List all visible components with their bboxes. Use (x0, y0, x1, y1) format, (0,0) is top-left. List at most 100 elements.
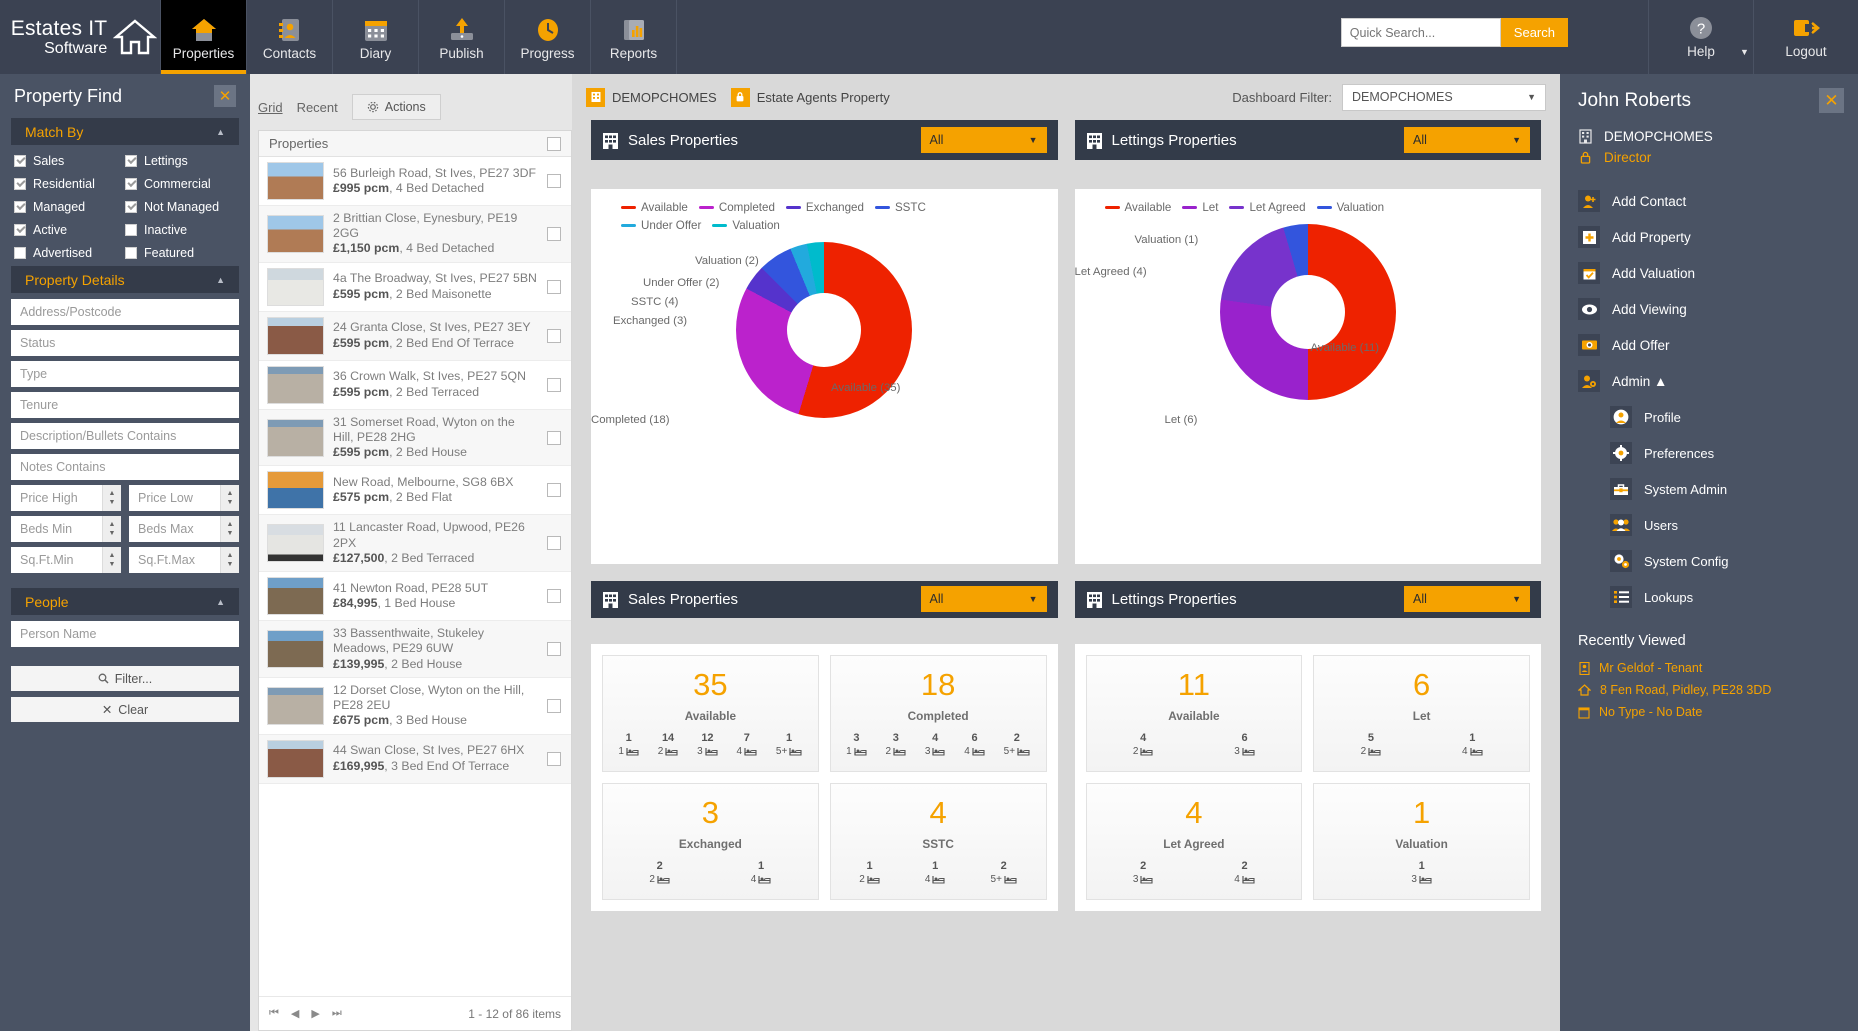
legend-item[interactable]: Exchanged (786, 201, 864, 214)
checkbox-box[interactable] (125, 155, 137, 167)
legend-item[interactable]: Let Agreed (1229, 201, 1305, 214)
caret-up-icon[interactable]: ▲ (227, 522, 234, 528)
stepper-buttons[interactable]: ▲▼ (102, 516, 121, 542)
legend-item[interactable]: Let (1182, 201, 1218, 214)
notes-contains-input[interactable] (11, 454, 239, 480)
search-button[interactable]: Search (1501, 18, 1568, 47)
row-checkbox[interactable] (547, 174, 561, 188)
legend-item[interactable]: SSTC (875, 201, 926, 214)
caret-up-icon[interactable]: ▲ (227, 553, 234, 559)
row-checkbox[interactable] (547, 431, 561, 445)
stat-tile[interactable]: 4SSTC121425+ (830, 783, 1047, 900)
chevron-down-icon[interactable]: ▼ (1512, 594, 1521, 604)
nav-item-reports[interactable]: Reports (591, 0, 676, 74)
clear-button[interactable]: ✕ Clear (11, 697, 239, 722)
help-menu[interactable]: ? ▼ Help (1649, 0, 1753, 74)
table-row[interactable]: 31 Somerset Road, Wyton on the Hill, PE2… (259, 410, 571, 467)
price-low-stepper[interactable]: ▲▼ (129, 485, 239, 511)
row-checkbox[interactable] (547, 589, 561, 603)
checkbox-box[interactable] (125, 201, 137, 213)
checkbox-residential[interactable]: Residential (14, 177, 125, 191)
section-header-people[interactable]: People ▲ (11, 588, 239, 615)
chevron-down-icon[interactable]: ▼ (1527, 92, 1536, 102)
admin-submenu-users[interactable]: Users (1560, 507, 1858, 543)
next-page-button[interactable]: ▶ (311, 1007, 319, 1020)
stepper-buttons[interactable]: ▲▼ (220, 516, 239, 542)
caret-up-icon[interactable]: ▲ (227, 491, 234, 497)
nav-item-progress[interactable]: Progress (505, 0, 590, 74)
user-action-admin[interactable]: Admin ▲ (1560, 363, 1858, 399)
checkbox-managed[interactable]: Managed (14, 200, 125, 214)
user-action-add-property[interactable]: Add Property (1560, 219, 1858, 255)
price-high-stepper[interactable]: ▲▼ (11, 485, 121, 511)
table-row[interactable]: 24 Granta Close, St Ives, PE27 3EY£595 p… (259, 312, 571, 361)
stepper-buttons[interactable]: ▲▼ (102, 485, 121, 511)
stepper-buttons[interactable]: ▲▼ (220, 485, 239, 511)
stat-tile[interactable]: 6Let5214 (1313, 655, 1530, 772)
recently-viewed-item[interactable]: 8 Fen Road, Pidley, PE28 3DD (1560, 679, 1858, 701)
admin-submenu-preferences[interactable]: Preferences (1560, 435, 1858, 471)
legend-item[interactable]: Available (1105, 201, 1172, 214)
checkbox-advertised[interactable]: Advertised (14, 246, 125, 260)
sqft-min-stepper[interactable]: ▲▼ (11, 547, 121, 573)
caret-down-icon[interactable]: ▼ (227, 562, 234, 568)
checkbox-sales[interactable]: Sales (14, 154, 125, 168)
last-page-button[interactable]: ⏭ (332, 1007, 342, 1020)
table-row[interactable]: 41 Newton Road, PE28 5UT£84,995, 1 Bed H… (259, 572, 571, 621)
stat-tile[interactable]: 1Valuation13 (1313, 783, 1530, 900)
breadcrumb-estate-agents-property[interactable]: Estate Agents Property (731, 88, 890, 107)
tab-grid[interactable]: Grid (258, 100, 283, 115)
checkbox-not-managed[interactable]: Not Managed (125, 200, 236, 214)
status-input[interactable] (11, 330, 239, 356)
checkbox-active[interactable]: Active (14, 223, 125, 237)
table-row[interactable]: 36 Crown Walk, St Ives, PE27 5QN£595 pcm… (259, 361, 571, 410)
recently-viewed-item[interactable]: No Type - No Date (1560, 701, 1858, 723)
nav-item-properties[interactable]: Properties (161, 0, 246, 74)
admin-submenu-system-config[interactable]: System Config (1560, 543, 1858, 579)
row-checkbox[interactable] (547, 227, 561, 241)
checkbox-box[interactable] (125, 178, 137, 190)
section-header-property-details[interactable]: Property Details ▲ (11, 266, 239, 293)
user-action-add-valuation[interactable]: Add Valuation (1560, 255, 1858, 291)
stat-tile[interactable]: 18Completed3132436425+ (830, 655, 1047, 772)
logout-button[interactable]: Logout (1754, 0, 1858, 74)
actions-button[interactable]: Actions (352, 94, 441, 120)
sqft-max-stepper[interactable]: ▲▼ (129, 547, 239, 573)
legend-item[interactable]: Completed (699, 201, 775, 214)
admin-submenu-system-admin[interactable]: System Admin (1560, 471, 1858, 507)
select-all-checkbox[interactable] (547, 137, 561, 151)
dashboard-filter-select[interactable]: DEMOPCHOMES ▼ (1342, 84, 1546, 111)
caret-down-icon[interactable]: ▼ (227, 500, 234, 506)
admin-submenu-lookups[interactable]: Lookups (1560, 579, 1858, 615)
stat-tile[interactable]: 3Exchanged2214 (602, 783, 819, 900)
legend-item[interactable]: Valuation (1317, 201, 1384, 214)
type-input[interactable] (11, 361, 239, 387)
breadcrumb-demopchomes[interactable]: DEMOPCHOMES (586, 88, 717, 107)
row-checkbox[interactable] (547, 329, 561, 343)
checkbox-box[interactable] (125, 224, 137, 236)
search-input[interactable] (1341, 18, 1501, 47)
table-row[interactable]: 44 Swan Close, St Ives, PE27 6HX£169,995… (259, 735, 571, 784)
row-checkbox[interactable] (547, 752, 561, 766)
row-checkbox[interactable] (547, 642, 561, 656)
nav-item-diary[interactable]: Diary (333, 0, 418, 74)
checkbox-inactive[interactable]: Inactive (125, 223, 236, 237)
row-checkbox[interactable] (547, 536, 561, 550)
stat-tile[interactable]: 35Available111421237415+ (602, 655, 819, 772)
checkbox-commercial[interactable]: Commercial (125, 177, 236, 191)
caret-up-icon[interactable]: ▲ (109, 522, 116, 528)
description-bullets-input[interactable] (11, 423, 239, 449)
caret-down-icon[interactable]: ▼ (109, 562, 116, 568)
chevron-down-icon[interactable]: ▼ (1029, 135, 1038, 145)
beds-min-stepper[interactable]: ▲▼ (11, 516, 121, 542)
checkbox-featured[interactable]: Featured (125, 246, 236, 260)
widget-filter-select[interactable]: All ▼ (921, 127, 1047, 153)
checkbox-box[interactable] (14, 178, 26, 190)
caret-up-icon[interactable]: ▲ (109, 491, 116, 497)
filter-button[interactable]: Filter... (11, 666, 239, 691)
caret-up-icon[interactable]: ▲ (109, 553, 116, 559)
tab-recent[interactable]: Recent (297, 100, 338, 115)
prev-page-button[interactable]: ◀ (291, 1007, 299, 1020)
row-checkbox[interactable] (547, 483, 561, 497)
widget-filter-select[interactable]: All ▼ (1404, 586, 1530, 612)
